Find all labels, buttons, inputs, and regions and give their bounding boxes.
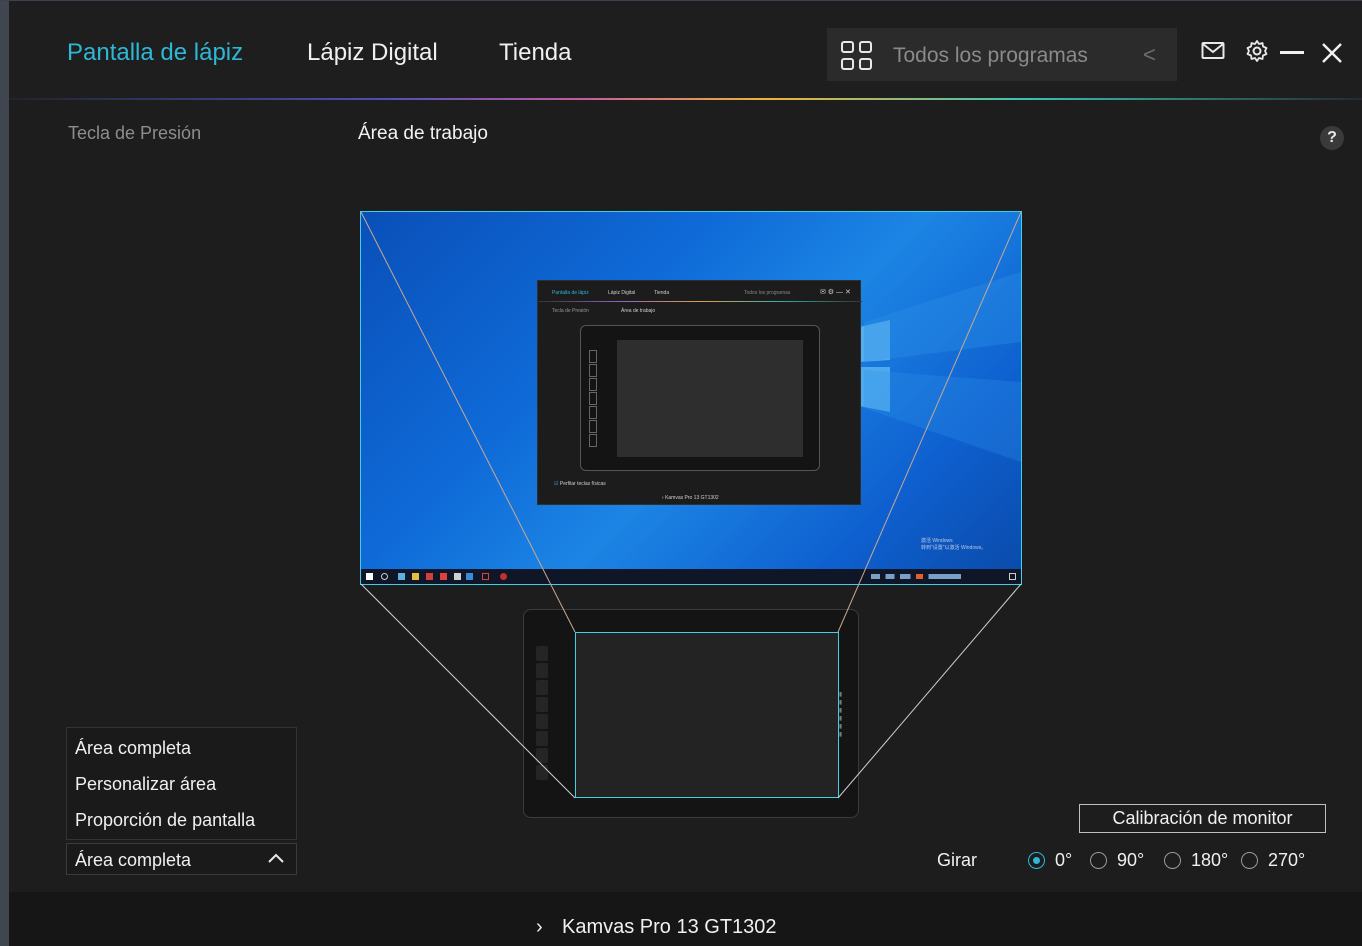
taskbar-app-icon [500, 573, 507, 580]
all-programs-selector[interactable]: Todos los programas < [827, 28, 1177, 81]
notification-icon [1009, 573, 1016, 580]
device-name: Kamvas Pro 13 GT1302 [562, 916, 777, 938]
tab-pen-display[interactable]: Pantalla de lápiz [67, 39, 243, 67]
folder-icon [412, 573, 419, 580]
area-mode-select[interactable]: Área completa [66, 843, 297, 875]
mini-window-controls: ✉ ⚙ — ✕ [820, 289, 851, 296]
header-bar: Pantalla de lápiz Lápiz Digital Tienda T… [9, 1, 1362, 99]
taskbar-app-icon [440, 573, 447, 580]
taskbar-app-icon [466, 573, 473, 580]
window-left-border [0, 0, 9, 946]
minimize-icon[interactable] [1280, 51, 1304, 55]
mini-device-label: › Kamvas Pro 13 GT1302 [662, 495, 719, 501]
search-icon [381, 573, 388, 580]
rotate-label: Girar [937, 850, 977, 870]
tablet-work-area[interactable] [575, 632, 839, 798]
option-custom-area[interactable]: Personalizar área [75, 774, 216, 795]
tab-digital-pen[interactable]: Lápiz Digital [307, 39, 438, 67]
rotate-0-radio[interactable] [1028, 852, 1045, 869]
close-icon[interactable] [1321, 42, 1343, 64]
windows-taskbar [361, 569, 1021, 584]
option-screen-ratio[interactable]: Proporción de pantalla [75, 810, 255, 831]
rotate-270-radio[interactable] [1241, 852, 1258, 869]
page-title: Área de trabajo [358, 123, 488, 144]
mini-tab-store: Tienda [654, 290, 670, 296]
mini-app-screenshot: Pantalla de lápiz Lápiz Digital Tienda T… [537, 280, 862, 505]
help-icon[interactable]: ? [1320, 126, 1344, 150]
pressure-key-menu-item[interactable]: Tecla de Presión [68, 123, 201, 144]
monitor-preview: Pantalla de lápiz Lápiz Digital Tienda T… [360, 211, 1022, 585]
all-programs-label: Todos los programas [893, 44, 1088, 67]
mini-programs-label: Todos los programas [744, 290, 791, 296]
header-divider [9, 98, 1362, 100]
monitor-calibration-button[interactable]: Calibración de monitor [1079, 804, 1326, 833]
rotate-180-radio[interactable] [1164, 852, 1181, 869]
mini-divider [538, 301, 862, 302]
mini-tab-pen-display: Pantalla de lápiz [552, 290, 589, 296]
taskbar-app-icon [482, 573, 489, 580]
mini-tablet [580, 325, 820, 471]
taskbar-app-icon [398, 573, 405, 580]
start-icon [366, 573, 373, 580]
taskbar-app-icon [426, 573, 433, 580]
rotate-270-label[interactable]: 270° [1268, 850, 1305, 871]
mini-work-area-title: Área de trabajo [621, 308, 656, 314]
gear-icon[interactable] [1245, 39, 1269, 63]
chevron-up-icon [268, 853, 284, 863]
tablet-express-keys [536, 646, 550, 784]
windows-activation-watermark: 激活 Windows 转到"设置"以激活 Windows。 [921, 538, 987, 551]
chevron-left-icon[interactable]: < [1143, 42, 1156, 68]
mini-pressure-key: Tecla de Presión [552, 308, 589, 314]
rotate-90-label[interactable]: 90° [1117, 850, 1144, 871]
rotate-90-radio[interactable] [1090, 852, 1107, 869]
mini-tab-digital-pen: Lápiz Digital [608, 290, 636, 296]
device-footer[interactable]: › Kamvas Pro 13 GT1302 [9, 892, 1362, 946]
tablet-brand-mark: ▮▮▮▮▮▮ [837, 691, 843, 739]
tray-icons [871, 574, 961, 579]
driver-app: Pantalla de lápiz Lápiz Digital Tienda T… [9, 1, 1362, 946]
area-mode-selected: Área completa [75, 850, 192, 870]
tab-store[interactable]: Tienda [499, 39, 572, 67]
rotate-0-label[interactable]: 0° [1055, 850, 1072, 871]
chevron-right-icon: › [536, 916, 543, 938]
mail-icon[interactable] [1201, 40, 1225, 62]
option-full-area[interactable]: Área completa [75, 738, 191, 759]
grid-icon [841, 41, 873, 71]
mini-checkbox-label: ☑ Perfilar teclas físicas [554, 481, 606, 487]
taskbar-app-icon [454, 573, 461, 580]
rotate-180-label[interactable]: 180° [1191, 850, 1228, 871]
area-mode-menu: Área completa Personalizar área Proporci… [66, 727, 297, 840]
